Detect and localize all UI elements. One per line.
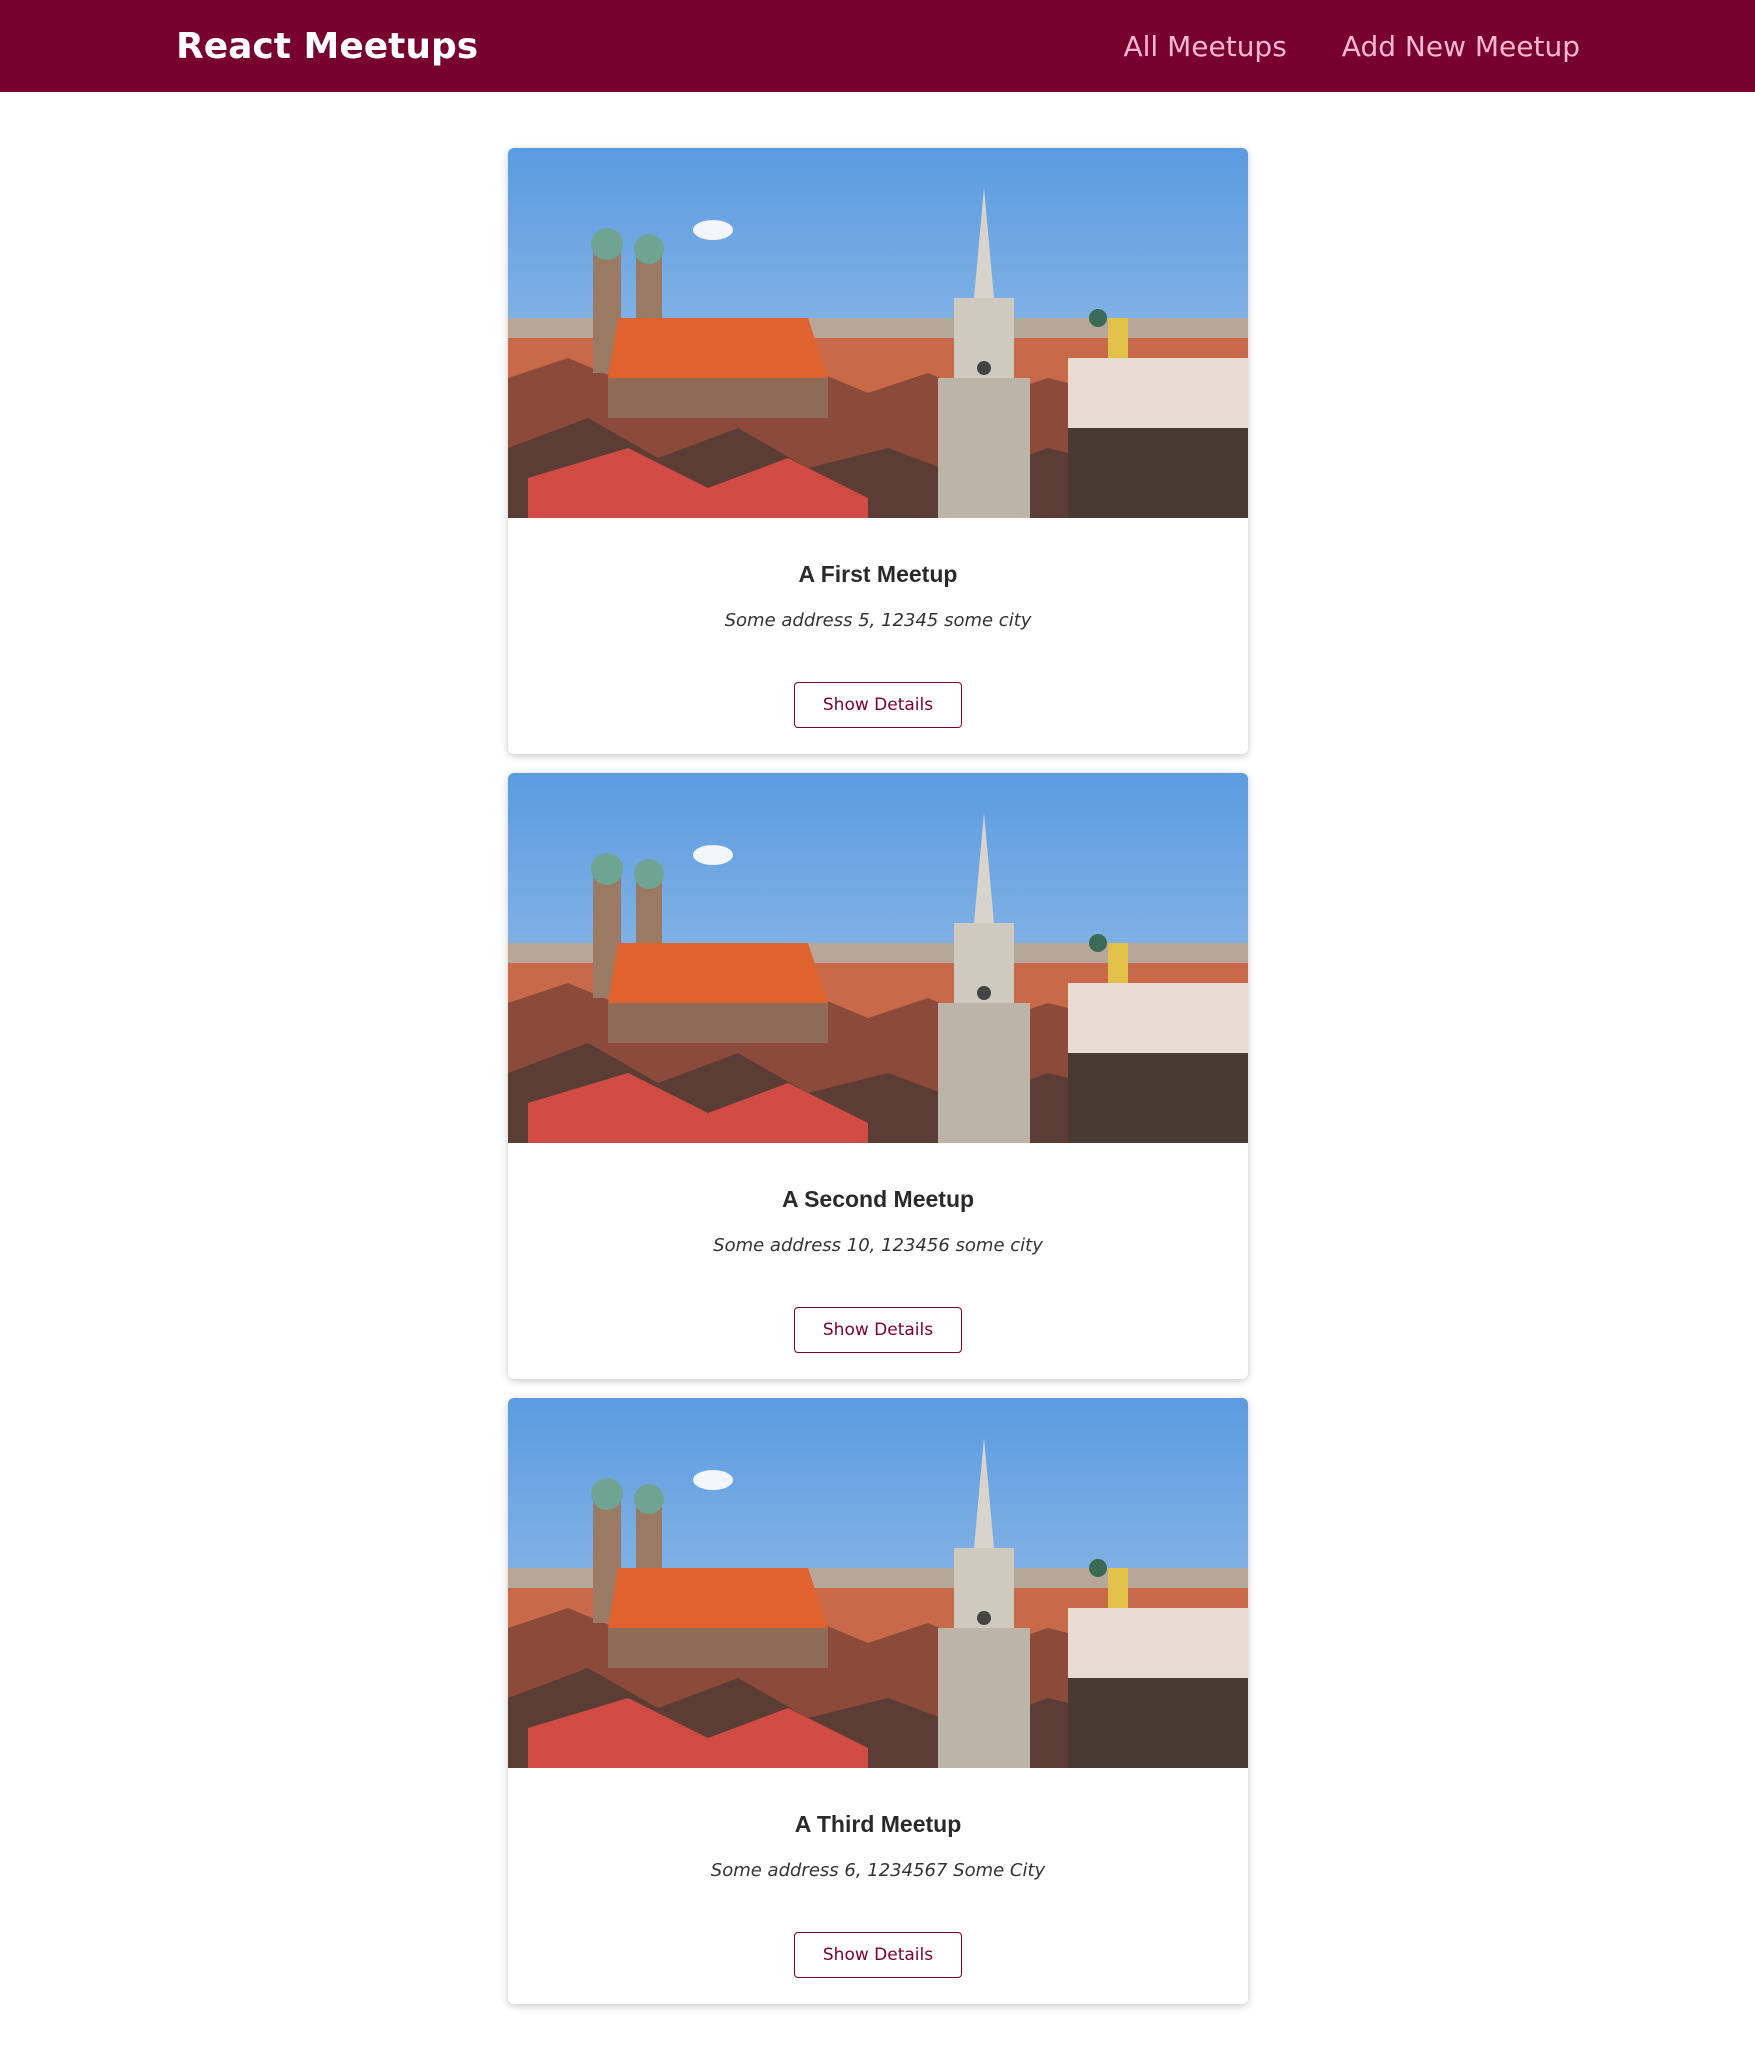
- meetup-image: [508, 773, 1248, 1143]
- app-logo[interactable]: React Meetups: [176, 22, 478, 72]
- meetup-list: A First Meetup Some address 5, 12345 som…: [508, 148, 1248, 2023]
- show-details-button[interactable]: Show Details: [794, 1932, 962, 1978]
- meetup-address: Some address 6, 1234567 Some City: [710, 1860, 1046, 1881]
- meetup-title: A Third Meetup: [794, 1811, 962, 1837]
- city-photo: [508, 1398, 1248, 1768]
- meetup-title: A First Meetup: [798, 561, 958, 587]
- meetup-image: [508, 148, 1248, 518]
- meetup-image: [508, 1398, 1248, 1768]
- city-photo: [508, 773, 1248, 1143]
- main-header: React Meetups All Meetups Add New Meetup: [0, 0, 1755, 92]
- nav-link-all-meetups[interactable]: All Meetups: [1123, 28, 1286, 66]
- meetup-address: Some address 10, 123456 some city: [713, 1235, 1043, 1256]
- show-details-button[interactable]: Show Details: [794, 1307, 962, 1353]
- main-navigation: All Meetups Add New Meetup: [1123, 28, 1580, 66]
- meetup-card: A First Meetup Some address 5, 12345 som…: [508, 148, 1248, 754]
- city-photo: [508, 148, 1248, 518]
- meetup-card: A Second Meetup Some address 10, 123456 …: [508, 773, 1248, 1379]
- meetup-title: A Second Meetup: [781, 1186, 975, 1212]
- meetup-address: Some address 5, 12345 some city: [724, 610, 1032, 631]
- meetup-card: A Third Meetup Some address 6, 1234567 S…: [508, 1398, 1248, 2004]
- show-details-button[interactable]: Show Details: [794, 682, 962, 728]
- nav-link-add-new-meetup[interactable]: Add New Meetup: [1342, 28, 1580, 66]
